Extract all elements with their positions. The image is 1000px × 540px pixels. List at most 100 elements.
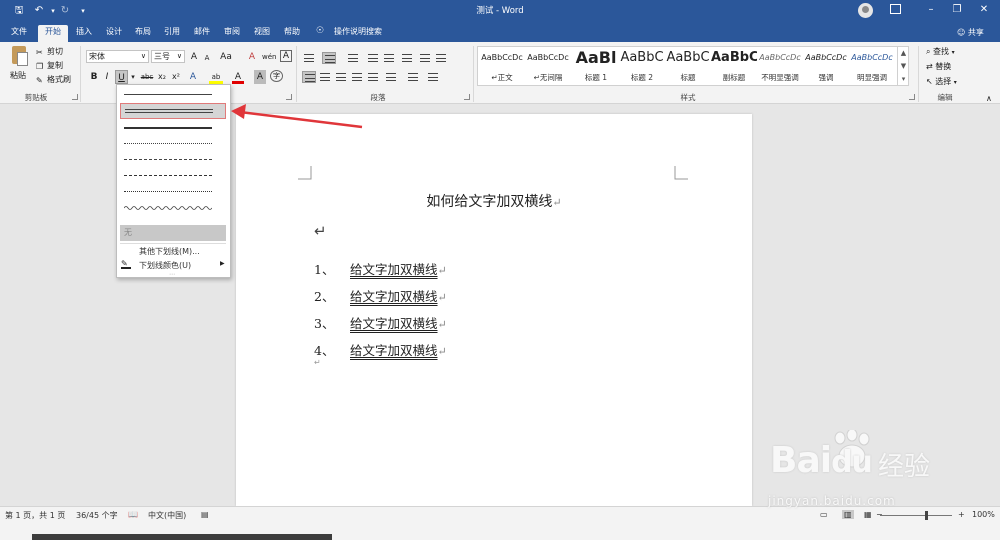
replace-button[interactable]: ⇄ 替换 — [926, 61, 951, 72]
underline-option-none[interactable]: 无 — [120, 225, 226, 241]
find-button[interactable]: ⌕ 查找 ▾ — [926, 46, 955, 57]
increase-indent-button[interactable] — [382, 52, 396, 64]
bold-button[interactable]: B — [89, 70, 99, 84]
close-icon[interactable]: ✕ — [977, 3, 991, 17]
restore-icon[interactable]: ❐ — [950, 3, 964, 17]
avatar[interactable] — [858, 3, 873, 18]
list-item[interactable]: 1、 给文字加双横线↵ — [314, 259, 447, 278]
copy-button[interactable]: ❐ 复制 — [36, 60, 63, 71]
character-shading-button[interactable]: A — [254, 70, 266, 84]
style-no-spacing[interactable]: AaBbCcDc ↵无间隔 — [525, 47, 571, 87]
clipboard-launcher-icon[interactable] — [72, 94, 78, 100]
borders-button[interactable] — [426, 71, 440, 83]
sort-button[interactable] — [418, 52, 432, 64]
tab-review[interactable]: 审阅 — [220, 25, 244, 42]
tab-insert[interactable]: 插入 — [72, 25, 96, 42]
grow-font-button[interactable]: A — [189, 50, 199, 64]
select-button[interactable]: ↖ 选择 ▾ — [926, 76, 957, 87]
gallery-scroll-down-icon[interactable]: ▼ — [897, 60, 909, 73]
proofing-icon[interactable]: 📖 — [128, 510, 138, 519]
justify-button[interactable] — [350, 71, 364, 83]
list-item[interactable]: 3、 给文字加双横线↵ — [314, 313, 447, 332]
format-painter-button[interactable]: ✎ 格式刷 — [36, 74, 71, 85]
tab-file[interactable]: 文件 — [6, 25, 32, 42]
underline-option-single[interactable] — [120, 87, 226, 103]
italic-button[interactable]: I — [102, 70, 112, 84]
underline-option-dotted[interactable] — [120, 136, 226, 152]
tab-home[interactable]: 开始 — [38, 25, 68, 42]
superscript-button[interactable]: x² — [170, 70, 182, 84]
font-color-button[interactable]: A — [232, 70, 244, 84]
more-underlines-item[interactable]: 其他下划线(M)... — [139, 246, 200, 257]
font-name-combo[interactable]: 宋体 ∨ — [86, 50, 149, 63]
strikethrough-button[interactable]: abc — [140, 70, 154, 84]
menu-resize-grip-icon[interactable]: ⋯ — [169, 271, 175, 278]
font-size-combo[interactable]: 三号 ∨ — [151, 50, 185, 63]
document-heading[interactable]: 如何给文字加双横线↵ — [236, 191, 752, 211]
gallery-scroll-up-icon[interactable]: ▲ — [897, 47, 909, 60]
tab-design[interactable]: 设计 — [102, 25, 126, 42]
align-right-button[interactable] — [334, 71, 348, 83]
tab-references[interactable]: 引用 — [160, 25, 184, 42]
underline-option-double[interactable] — [120, 103, 226, 119]
style-intense-emphasis[interactable]: AaBbCcDc 明显强调 — [849, 47, 895, 87]
distributed-button[interactable] — [366, 71, 380, 83]
tab-view[interactable]: 视图 — [250, 25, 274, 42]
underline-option-dashed[interactable] — [120, 152, 226, 168]
page-count[interactable]: 第 1 页，共 1 页 — [5, 510, 65, 521]
subscript-button[interactable]: x₂ — [156, 70, 168, 84]
phonetic-guide-button[interactable]: wén — [262, 50, 276, 64]
enclose-characters-button[interactable]: 字 — [270, 70, 283, 82]
style-heading-2[interactable]: AaBbC 标题 2 — [619, 47, 665, 87]
multilevel-list-button[interactable] — [346, 52, 360, 64]
share-button[interactable]: ☺ 共享 — [957, 27, 984, 38]
language-indicator[interactable]: 中文(中国) — [148, 510, 186, 521]
show-marks-button[interactable] — [434, 52, 448, 64]
minimize-icon[interactable]: – — [924, 3, 938, 17]
tell-me-search[interactable]: 操作说明搜索 — [330, 25, 386, 42]
style-heading-1[interactable]: AaBl 标题 1 — [573, 47, 619, 87]
list-item[interactable]: 4、 给文字加双横线↵ — [314, 340, 447, 359]
word-count[interactable]: 36/45 个字 — [76, 510, 118, 521]
underline-color-item[interactable]: 下划线颜色(U) — [139, 260, 191, 271]
style-subtitle[interactable]: AaBbC 副标题 — [711, 47, 757, 87]
underline-dropdown-icon[interactable]: ▾ — [129, 70, 137, 84]
styles-launcher-icon[interactable] — [909, 94, 915, 100]
shading-button[interactable] — [406, 71, 420, 83]
collapse-ribbon-icon[interactable]: ∧ — [986, 94, 992, 103]
underline-option-dot-dot-dash[interactable] — [120, 184, 226, 200]
tab-layout[interactable]: 布局 — [131, 25, 155, 42]
align-center-button[interactable] — [318, 71, 332, 83]
paste-button[interactable]: 粘贴 — [10, 70, 26, 81]
underline-option-thick[interactable] — [120, 120, 226, 136]
decrease-indent-button[interactable] — [366, 52, 380, 64]
change-case-button[interactable]: Aa — [219, 50, 233, 64]
document-page[interactable]: 如何给文字加双横线↵ ↵ 1、 给文字加双横线↵ 2、 给文字加双横线↵ 3、 给文字… — [236, 114, 752, 506]
underline-button[interactable]: U — [115, 70, 128, 84]
style-emphasis[interactable]: AaBbCcDc 强调 — [803, 47, 849, 87]
align-left-button[interactable] — [302, 71, 316, 83]
paragraph-launcher-icon[interactable] — [464, 94, 470, 100]
font-launcher-icon[interactable] — [286, 94, 292, 100]
cut-button[interactable]: ✂ 剪切 — [36, 46, 63, 57]
gallery-more-icon[interactable]: ▾ — [897, 73, 909, 86]
line-spacing-button[interactable] — [384, 71, 398, 83]
tab-help[interactable]: 帮助 — [280, 25, 304, 42]
underline-option-dot-dash[interactable] — [120, 168, 226, 184]
chinese-layout-button[interactable] — [400, 52, 414, 64]
underline-option-wave[interactable] — [120, 201, 226, 217]
highlight-color-button[interactable]: ab — [209, 70, 223, 84]
numbering-button[interactable] — [322, 52, 336, 64]
clear-format-button[interactable]: A — [246, 50, 258, 64]
style-subtle-emphasis[interactable]: AaBbCcDc 不明显强调 — [757, 47, 803, 87]
style-normal[interactable]: AaBbCcDc ↵正文 — [479, 47, 525, 87]
list-item[interactable]: 2、 给文字加双横线↵ — [314, 286, 447, 305]
macro-icon[interactable]: ▤ — [201, 510, 209, 519]
ribbon-display-options-icon[interactable] — [890, 4, 901, 14]
shrink-font-button[interactable]: A — [202, 51, 212, 65]
text-effects-button[interactable]: A — [187, 70, 199, 84]
paste-icon[interactable] — [10, 46, 28, 68]
bullets-button[interactable] — [302, 52, 316, 64]
style-title[interactable]: AaBbC 标题 — [665, 47, 711, 87]
character-border-button[interactable]: A — [280, 50, 292, 62]
